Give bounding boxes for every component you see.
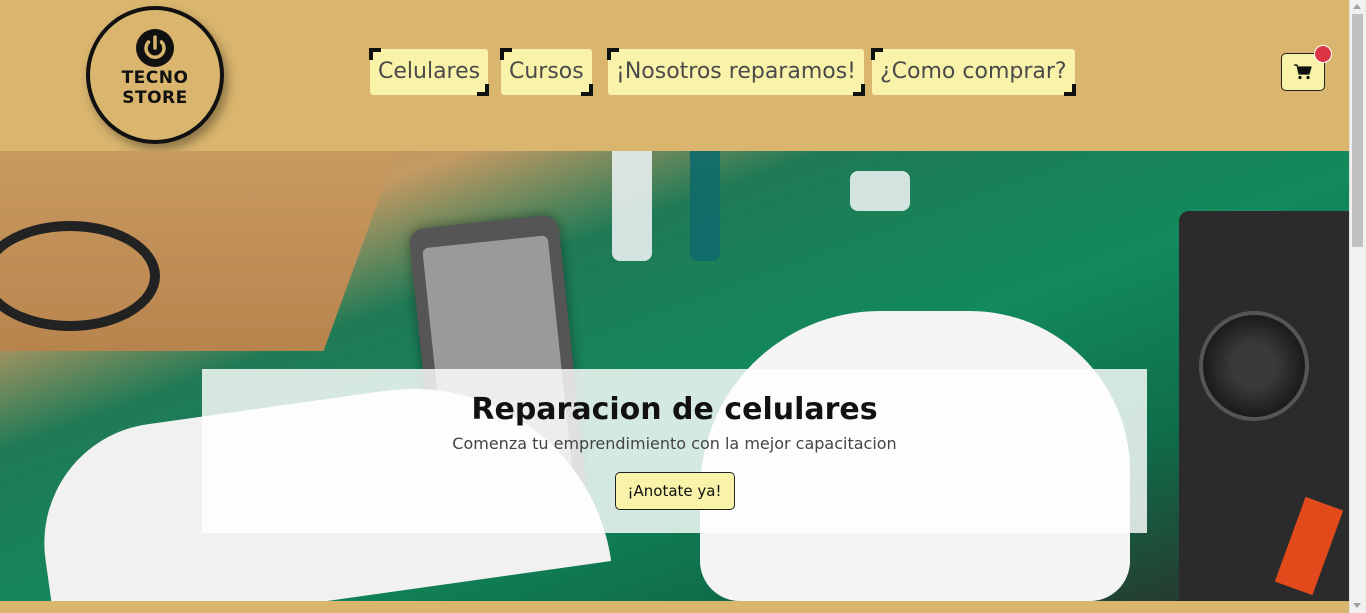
scroll-up-arrow-icon[interactable] [1353,4,1361,9]
nav-item-nosotros-reparamos[interactable]: ¡Nosotros reparamos! [606,48,866,96]
site-header: TECNO STORE Celulares Cursos ¡Nosotros r… [0,0,1349,151]
hero-subtitle: Comenza tu emprendimiento con la mejor c… [452,434,897,453]
hero-image-dial [1199,311,1309,421]
power-icon [136,29,174,67]
logo[interactable]: TECNO STORE [86,6,224,144]
hero-title: Reparacion de celulares [471,392,878,427]
hero-image-bottle [690,151,720,261]
scroll-down-arrow-icon[interactable] [1353,603,1361,608]
hero-image-syringe [850,171,910,211]
shopping-cart-icon [1294,64,1312,80]
nav-item-como-comprar[interactable]: ¿Como comprar? [871,48,1076,96]
hero-image-bottle [612,151,652,261]
hero-caption: Reparacion de celulares Comenza tu empre… [202,369,1147,533]
cart-badge [1314,45,1332,63]
nav-item-cursos[interactable]: Cursos [500,48,593,96]
enroll-button[interactable]: ¡Anotate ya! [614,472,735,510]
section-divider [0,601,1349,613]
logo-text-line2: STORE [122,88,188,108]
nav-item-celulares[interactable]: Celulares [368,48,490,96]
logo-text-line1: TECNO [121,68,189,88]
hero-banner: Reparacion de celulares Comenza tu empre… [0,151,1349,601]
scrollbar-thumb[interactable] [1352,14,1363,247]
